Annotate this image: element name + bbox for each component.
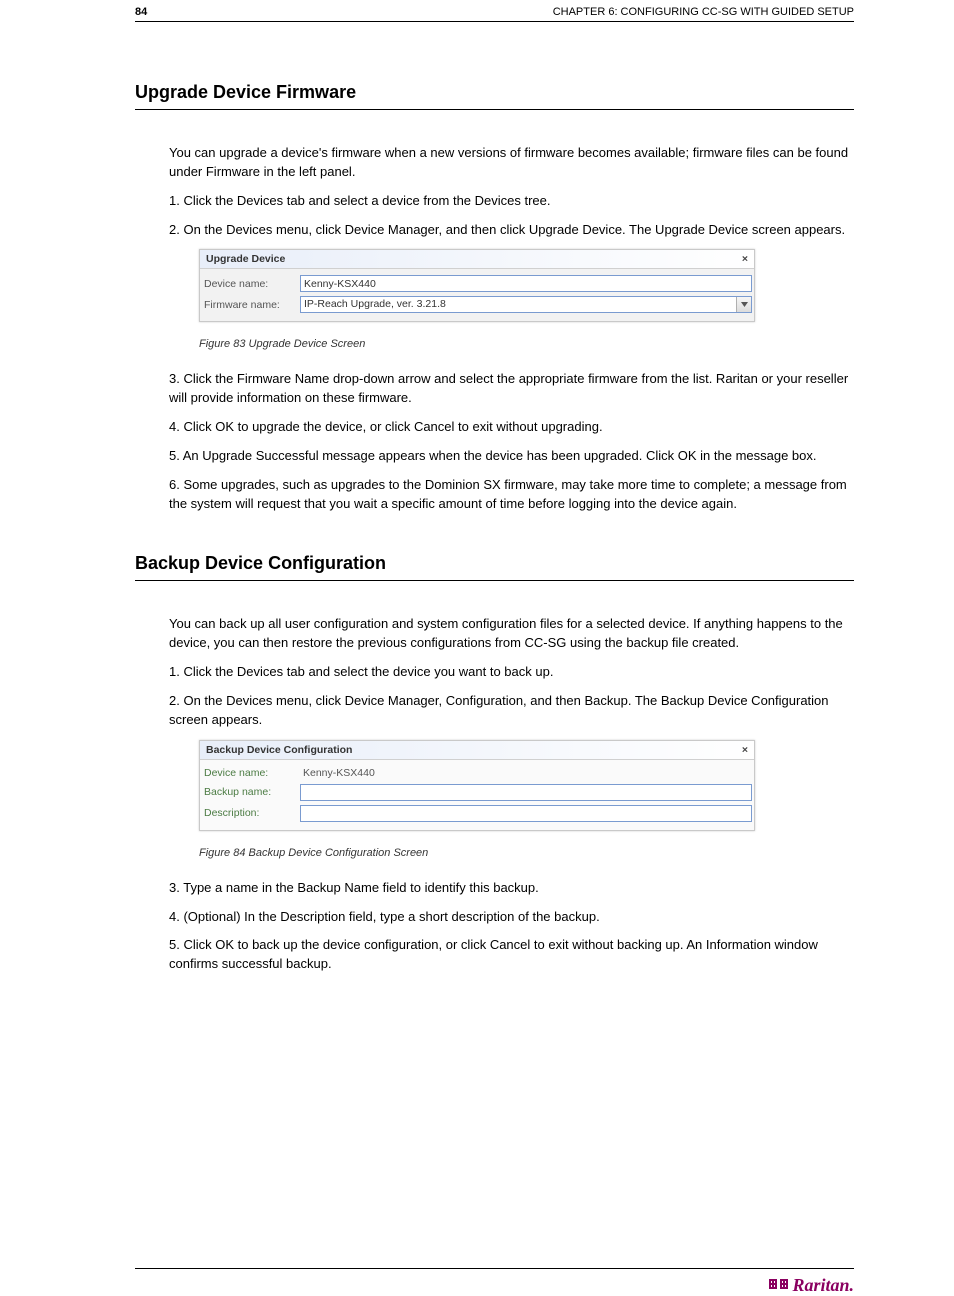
backup-name-input[interactable]: [300, 784, 752, 801]
s1-step2: 2. On the Devices menu, click Device Man…: [135, 221, 854, 240]
s1-step4: 4. Click OK to upgrade the device, or cl…: [135, 418, 854, 437]
firmware-select-value: IP-Reach Upgrade, ver. 3.21.8: [301, 297, 736, 312]
brand-logo: Raritan.: [769, 1275, 854, 1296]
description-input[interactable]: [300, 805, 752, 822]
page-footer: Raritan.: [135, 1264, 854, 1296]
fig2-title: Backup Device Configuration: [206, 744, 352, 756]
logo-icon: [769, 1275, 791, 1296]
s2-step1: 1. Click the Devices tab and select the …: [135, 663, 854, 682]
fig2-device-value: Kenny-KSX440: [300, 766, 752, 780]
firmware-select[interactable]: IP-Reach Upgrade, ver. 3.21.8: [300, 296, 752, 313]
s2-step5: 5. Click OK to back up the device config…: [135, 936, 854, 974]
s1-intro: You can upgrade a device's firmware when…: [135, 144, 854, 182]
device-name-input[interactable]: [300, 275, 752, 292]
section-heading-upgrade: Upgrade Device Firmware: [135, 82, 854, 103]
s1-step1: 1. Click the Devices tab and select a de…: [135, 192, 854, 211]
fig2-caption: Figure 84 Backup Device Configuration Sc…: [199, 847, 854, 859]
figure-backup-config: Backup Device Configuration × Device nam…: [199, 740, 755, 831]
s2-intro: You can back up all user configuration a…: [135, 615, 854, 653]
s1-step6: 6. Some upgrades, such as upgrades to th…: [135, 476, 854, 514]
page-number-top: 84: [135, 6, 147, 18]
fig2-device-label: Device name:: [202, 767, 300, 779]
header-rule: [135, 21, 854, 22]
section-heading-backup: Backup Device Configuration: [135, 553, 854, 574]
close-icon[interactable]: ×: [742, 253, 748, 265]
s2-step3: 3. Type a name in the Backup Name field …: [135, 879, 854, 898]
chevron-down-icon[interactable]: [736, 297, 751, 312]
s1-step3: 3. Click the Firmware Name drop-down arr…: [135, 370, 854, 408]
s1-step5: 5. An Upgrade Successful message appears…: [135, 447, 854, 466]
fig2-backup-label: Backup name:: [202, 786, 300, 798]
s2-step4: 4. (Optional) In the Description field, …: [135, 908, 854, 927]
brand-text: Raritan.: [792, 1275, 854, 1296]
fig1-caption: Figure 83 Upgrade Device Screen: [199, 338, 854, 350]
fig1-title: Upgrade Device: [206, 253, 285, 265]
section-rule-1: [135, 109, 854, 110]
s2-step2: 2. On the Devices menu, click Device Man…: [135, 692, 854, 730]
figure-upgrade-device: Upgrade Device × Device name: Firmware n…: [199, 249, 755, 322]
chapter-label: CHAPTER 6: CONFIGURING CC-SG WITH GUIDED…: [553, 6, 854, 18]
fig1-device-label: Device name:: [202, 278, 300, 290]
close-icon[interactable]: ×: [742, 744, 748, 756]
section-rule-2: [135, 580, 854, 581]
fig1-firmware-label: Firmware name:: [202, 299, 300, 311]
fig2-desc-label: Description:: [202, 807, 300, 819]
